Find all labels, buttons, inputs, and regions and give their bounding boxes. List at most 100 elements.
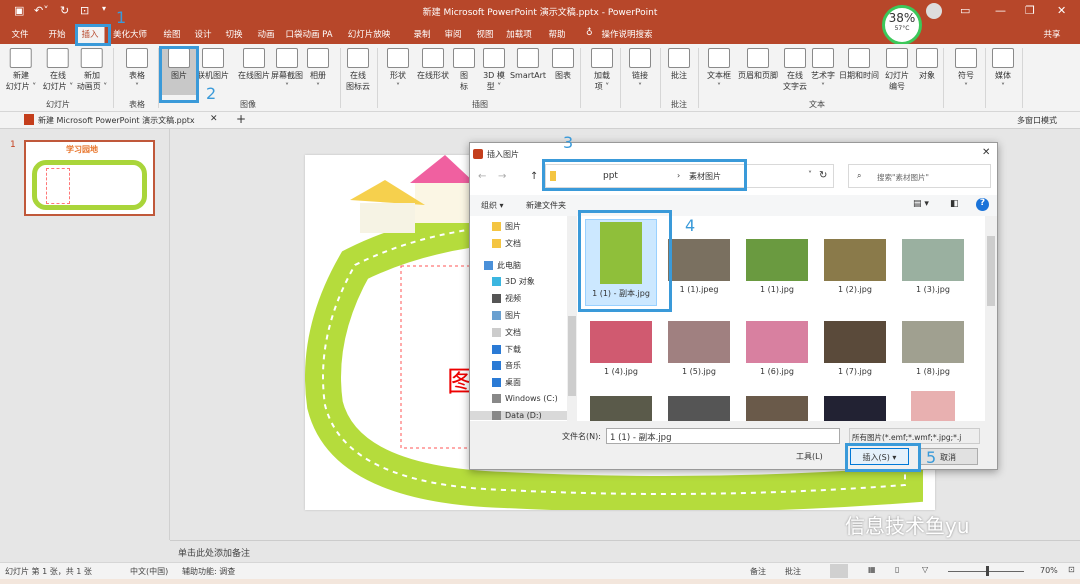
close-tab-icon[interactable]: ✕ [210,114,218,124]
fit-slide-icon[interactable]: ⊡ [1068,565,1075,574]
ribbon-button-14[interactable]: SmartArt [510,48,546,81]
tab-9[interactable]: 幻灯片放映 [348,28,391,40]
ribbon-button-17[interactable]: 链接 ˅ [629,48,651,92]
ribbon-button-3[interactable]: 表格 ˅ [126,48,148,92]
ribbon-button-8[interactable]: 相册 ˅ [307,48,329,92]
back-icon[interactable]: ← [478,171,486,182]
tab-8[interactable]: 口袋动画 PA [285,28,332,40]
tab-3[interactable]: 美化大师 [113,28,147,40]
file-item[interactable]: 1 (8).jpg [897,321,969,376]
multiwindow-button[interactable]: 多窗口模式 [1017,115,1057,126]
tab-14[interactable]: 帮助 [548,28,565,40]
file-item[interactable]: 1 (6).jpg [741,321,813,376]
file-item[interactable]: 1 (7).jpg [819,321,891,376]
nav-item[interactable]: 视频 [492,293,521,304]
file-item[interactable] [741,396,813,421]
filename-input[interactable]: 1 (1) - 副本.jpg [606,428,840,444]
organize-menu[interactable]: 组织 ▾ [481,200,504,211]
nav-item[interactable]: 文档 [492,238,521,249]
ribbon-button-20[interactable]: 页眉和页脚 [738,48,778,81]
normal-view-button[interactable] [830,564,848,578]
file-item[interactable]: 1 (3).jpg [897,219,969,294]
help-icon[interactable]: ? [976,198,989,211]
reading-view-icon[interactable]: ▯ [895,565,899,574]
file-item[interactable]: 1 (1).jpg [741,219,813,294]
ribbon-button-19[interactable]: 文本框 ˅ [707,48,731,92]
ribbon-button-7[interactable]: 屏幕截图 ˅ [271,48,303,92]
new-folder-button[interactable]: 新建文件夹 [526,200,566,211]
ribbon-button-1[interactable]: 在线 幻灯片 ˅ [43,48,73,92]
up-icon[interactable]: ↑ [530,171,538,182]
zoom-level[interactable]: 70% [1040,566,1058,575]
nav-item[interactable]: 文档 [492,327,521,338]
close-icon[interactable]: ✕ [1057,4,1066,17]
tab-4[interactable]: 绘图 [163,28,180,40]
tell-me-search[interactable]: 操作说明搜索 [601,28,652,40]
slide-sorter-icon[interactable]: ▦ [868,565,876,574]
nav-scrollbar[interactable] [567,216,577,421]
nav-item[interactable]: 音乐 [492,360,521,371]
ribbon-button-6[interactable]: 在线图片 [238,48,270,81]
ribbon-button-26[interactable]: 符号 ˅ [955,48,977,92]
document-tab[interactable]: 新建 Microsoft PowerPoint 演示文稿.pptx [38,115,195,126]
ribbon-button-5[interactable]: 联机图片 [197,48,229,81]
nav-item[interactable]: 桌面 [492,377,521,388]
nav-item[interactable]: 下载 [492,344,521,355]
accessibility[interactable]: 辅助功能: 调查 [182,566,235,577]
nav-item[interactable]: Windows (C:) [492,394,558,403]
forward-icon[interactable]: → [498,171,506,182]
dialog-close-icon[interactable]: ✕ [982,147,990,158]
file-item[interactable] [819,396,891,421]
file-item[interactable] [897,391,969,421]
ribbon-button-13[interactable]: 3D 模 型 ˅ [483,48,505,92]
maximize-icon[interactable]: ❐ [1025,4,1035,17]
tab-0[interactable]: 文件 [11,28,28,40]
ribbon-button-18[interactable]: 批注 [668,48,690,81]
nav-item[interactable]: 图片 [492,310,521,321]
ribbon-button-22[interactable]: 艺术字 ˅ [811,48,835,92]
file-item[interactable] [663,396,735,421]
tab-10[interactable]: 录制 [413,28,430,40]
ribbon-display-icon[interactable]: ▭ [960,4,970,17]
nav-item[interactable]: 3D 对象 [492,276,535,287]
file-item[interactable]: 1 (2).jpg [819,219,891,294]
preview-pane-icon[interactable]: ◧ [950,199,959,209]
nav-item[interactable]: 图片 [492,221,521,232]
ribbon-button-24[interactable]: 幻灯片 编号 [885,48,909,92]
new-tab-button[interactable]: + [236,112,246,126]
share-button[interactable]: 共享 [1043,28,1060,40]
zoom-slider-thumb[interactable] [986,566,989,576]
file-item[interactable]: 1 (1).jpeg [663,219,735,294]
file-scrollbar[interactable] [985,216,997,421]
notes-button[interactable]: 备注 [750,566,766,577]
search-input[interactable]: ⌕ 搜索"素材图片" [848,164,991,188]
ribbon-button-16[interactable]: 加载 项 ˅ [591,48,613,92]
ribbon-button-0[interactable]: 新建 幻灯片 ˅ [6,48,36,92]
file-item[interactable] [585,396,657,421]
avatar[interactable] [926,3,942,19]
ribbon-button-9[interactable]: 在线 图标云 [346,48,370,92]
ribbon-button-23[interactable]: 日期和时间 [839,48,879,81]
ribbon-button-2[interactable]: 新加 动画页 ˅ [77,48,107,92]
tab-6[interactable]: 切换 [225,28,242,40]
tools-menu[interactable]: 工具(L) [796,451,823,462]
ribbon-button-10[interactable]: 形状 ˅ [387,48,409,92]
file-item[interactable]: 1 (4).jpg [585,321,657,376]
file-item[interactable]: 1 (5).jpg [663,321,735,376]
notes-pane[interactable]: 单击此处添加备注 [170,540,1080,562]
language[interactable]: 中文(中国) [130,566,168,577]
ribbon-button-27[interactable]: 媒体 ˅ [992,48,1014,92]
tab-12[interactable]: 视图 [476,28,493,40]
ribbon-button-15[interactable]: 图表 [552,48,574,81]
tab-11[interactable]: 审阅 [444,28,461,40]
nav-item[interactable]: Data (D:) [470,410,567,420]
comments-button[interactable]: 批注 [785,566,801,577]
view-options-icon[interactable]: ▤ ▾ [913,199,929,209]
ribbon-button-21[interactable]: 在线 文字云 [783,48,807,92]
slide-thumbnail[interactable]: 学习园地 [24,140,155,216]
minimize-icon[interactable]: — [995,4,1006,17]
tab-1[interactable]: 开始 [48,28,65,40]
tab-13[interactable]: 加载项 [506,28,532,40]
ribbon-button-25[interactable]: 对象 [916,48,938,81]
file-type-filter[interactable]: 所有图片(*.emf;*.wmf;*.jpg;*.j [849,428,980,444]
